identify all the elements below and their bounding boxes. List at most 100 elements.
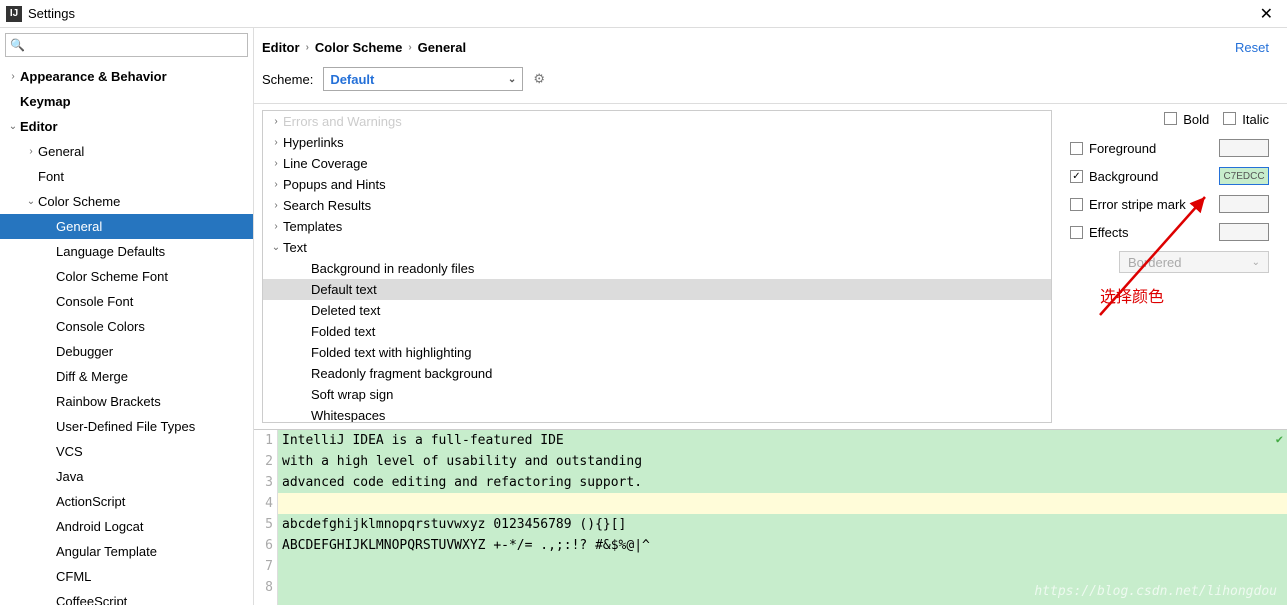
chevron-right-icon: › bbox=[306, 42, 309, 53]
tree-item-label: Debugger bbox=[56, 344, 113, 359]
tree-item[interactable]: ⌄Color Scheme bbox=[0, 189, 253, 214]
close-button[interactable]: ✕ bbox=[1252, 4, 1281, 24]
tree-item[interactable]: Console Font bbox=[0, 289, 253, 314]
breadcrumb-item[interactable]: Color Scheme bbox=[315, 40, 402, 55]
option-item[interactable]: Folded text bbox=[263, 321, 1051, 342]
breadcrumb-item[interactable]: Editor bbox=[262, 40, 300, 55]
option-item[interactable]: Background in readonly files bbox=[263, 258, 1051, 279]
option-item[interactable]: Deleted text bbox=[263, 300, 1051, 321]
tree-item[interactable]: Debugger bbox=[0, 339, 253, 364]
gear-icon[interactable]: ⚙ bbox=[533, 71, 545, 87]
tree-item[interactable]: Console Colors bbox=[0, 314, 253, 339]
option-item[interactable]: ›Hyperlinks bbox=[263, 132, 1051, 153]
option-item[interactable]: ›Line Coverage bbox=[263, 153, 1051, 174]
effects-checkbox[interactable] bbox=[1070, 226, 1083, 239]
option-item[interactable]: Folded text with highlighting bbox=[263, 342, 1051, 363]
preview-line: ABCDEFGHIJKLMNOPQRSTUVWXYZ +-*/= .,;:!? … bbox=[278, 535, 1287, 556]
expand-icon: › bbox=[24, 146, 38, 157]
tree-item[interactable]: Color Scheme Font bbox=[0, 264, 253, 289]
options-list: ›Errors and Warnings›Hyperlinks›Line Cov… bbox=[262, 110, 1052, 423]
tree-item-label: ActionScript bbox=[56, 494, 125, 509]
expand-icon: › bbox=[269, 116, 283, 127]
foreground-swatch[interactable] bbox=[1219, 139, 1269, 157]
watermark: https://blog.csdn.net/lihongdou bbox=[1034, 584, 1277, 599]
foreground-label: Foreground bbox=[1089, 141, 1156, 156]
effects-swatch[interactable] bbox=[1219, 223, 1269, 241]
option-label: Errors and Warnings bbox=[283, 114, 402, 129]
search-box[interactable]: 🔍 bbox=[5, 33, 248, 57]
expand-icon: › bbox=[269, 200, 283, 211]
settings-tree: ›Appearance & BehaviorKeymap⌄Editor›Gene… bbox=[0, 62, 253, 605]
option-item[interactable]: ›Templates bbox=[263, 216, 1051, 237]
tree-item-label: Language Defaults bbox=[56, 244, 165, 259]
search-icon: 🔍 bbox=[10, 38, 25, 52]
tree-item[interactable]: Rainbow Brackets bbox=[0, 389, 253, 414]
background-checkbox[interactable]: ✓ bbox=[1070, 170, 1083, 183]
expand-icon: › bbox=[269, 158, 283, 169]
preview-line: with a high level of usability and outst… bbox=[278, 451, 1287, 472]
tree-item[interactable]: ›Appearance & Behavior bbox=[0, 64, 253, 89]
tree-item[interactable]: User-Defined File Types bbox=[0, 414, 253, 439]
option-item[interactable]: Whitespaces bbox=[263, 405, 1051, 423]
chevron-right-icon: › bbox=[408, 42, 411, 53]
expand-icon: › bbox=[269, 179, 283, 190]
stripe-swatch[interactable] bbox=[1219, 195, 1269, 213]
option-label: Whitespaces bbox=[311, 408, 385, 423]
sidebar: 🔍 ›Appearance & BehaviorKeymap⌄Editor›Ge… bbox=[0, 28, 254, 605]
option-label: Line Coverage bbox=[283, 156, 368, 171]
option-label: Folded text with highlighting bbox=[311, 345, 471, 360]
tree-item[interactable]: Android Logcat bbox=[0, 514, 253, 539]
tree-item-label: Color Scheme Font bbox=[56, 269, 168, 284]
properties-panel: Bold Italic Foreground ✓ Background C7ED… bbox=[1052, 104, 1287, 429]
expand-icon: › bbox=[6, 71, 20, 82]
option-item[interactable]: ›Search Results bbox=[263, 195, 1051, 216]
option-label: Soft wrap sign bbox=[311, 387, 393, 402]
tree-item[interactable]: CFML bbox=[0, 564, 253, 589]
italic-checkbox[interactable] bbox=[1223, 112, 1236, 125]
breadcrumb: Editor › Color Scheme › General Reset bbox=[254, 28, 1287, 63]
tree-item[interactable]: CoffeeScript bbox=[0, 589, 253, 605]
tree-item[interactable]: VCS bbox=[0, 439, 253, 464]
expand-icon: ⌄ bbox=[24, 196, 38, 207]
option-label: Search Results bbox=[283, 198, 371, 213]
bold-checkbox[interactable] bbox=[1164, 112, 1177, 125]
reset-link[interactable]: Reset bbox=[1235, 40, 1269, 55]
tree-item[interactable]: Font bbox=[0, 164, 253, 189]
option-item[interactable]: Readonly fragment background bbox=[263, 363, 1051, 384]
option-label: Text bbox=[283, 240, 307, 255]
tree-item-label: Font bbox=[38, 169, 64, 184]
tree-item[interactable]: General bbox=[0, 214, 253, 239]
option-item[interactable]: Default text bbox=[263, 279, 1051, 300]
foreground-checkbox[interactable] bbox=[1070, 142, 1083, 155]
tree-item[interactable]: ›General bbox=[0, 139, 253, 164]
tree-item-label: User-Defined File Types bbox=[56, 419, 195, 434]
preview-line bbox=[278, 556, 1287, 577]
check-icon: ✔ bbox=[1276, 432, 1283, 446]
italic-label: Italic bbox=[1242, 112, 1269, 127]
tree-item[interactable]: ⌄Editor bbox=[0, 114, 253, 139]
preview-gutter: 12345678 bbox=[254, 430, 278, 605]
breadcrumb-item: General bbox=[418, 40, 466, 55]
app-icon: IJ bbox=[6, 6, 22, 22]
tree-item[interactable]: Java bbox=[0, 464, 253, 489]
tree-item[interactable]: ActionScript bbox=[0, 489, 253, 514]
tree-item-label: Rainbow Brackets bbox=[56, 394, 161, 409]
bold-label: Bold bbox=[1183, 112, 1209, 127]
stripe-checkbox[interactable] bbox=[1070, 198, 1083, 211]
scheme-select[interactable]: Default ⌄ bbox=[323, 67, 523, 91]
tree-item-label: CFML bbox=[56, 569, 91, 584]
tree-item[interactable]: Language Defaults bbox=[0, 239, 253, 264]
option-item[interactable]: ⌄Text bbox=[263, 237, 1051, 258]
option-label: Templates bbox=[283, 219, 342, 234]
search-input[interactable] bbox=[29, 38, 243, 52]
tree-item[interactable]: Keymap bbox=[0, 89, 253, 114]
tree-item[interactable]: Diff & Merge bbox=[0, 364, 253, 389]
option-item[interactable]: ›Errors and Warnings bbox=[263, 111, 1051, 132]
tree-item[interactable]: Angular Template bbox=[0, 539, 253, 564]
option-item[interactable]: ›Popups and Hints bbox=[263, 174, 1051, 195]
preview-line: abcdefghijklmnopqrstuvwxyz 0123456789 ()… bbox=[278, 514, 1287, 535]
option-item[interactable]: Soft wrap sign bbox=[263, 384, 1051, 405]
preview-line bbox=[278, 493, 1287, 514]
background-swatch[interactable]: C7EDCC bbox=[1219, 167, 1269, 185]
option-label: Default text bbox=[311, 282, 377, 297]
